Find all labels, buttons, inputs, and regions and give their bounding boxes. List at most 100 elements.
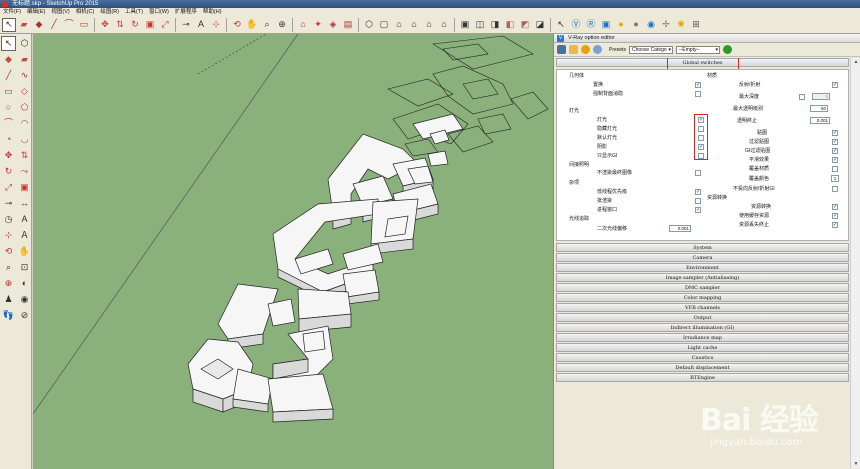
text-icon[interactable]: A xyxy=(17,212,32,227)
pushpull-icon[interactable]: ⇅ xyxy=(113,18,127,32)
zoom-icon[interactable]: ⌕ xyxy=(260,18,274,32)
top-icon[interactable]: ▢ xyxy=(377,18,391,32)
line-icon[interactable]: ╱ xyxy=(1,68,16,83)
rollout-default-displacement[interactable]: Default displacement xyxy=(556,363,849,372)
vray-options-icon[interactable]: Ⓡ xyxy=(584,18,598,32)
glossy-effects-checkbox[interactable]: ✓ xyxy=(832,157,838,163)
vray-light-icon[interactable]: ● xyxy=(614,18,628,32)
mono-icon[interactable]: ◪ xyxy=(533,18,547,32)
maps-checkbox[interactable]: ✓ xyxy=(832,130,838,136)
rotated-rect-icon[interactable]: ◇ xyxy=(17,84,32,99)
model-viewport[interactable] xyxy=(33,34,553,469)
followme-icon[interactable]: ⤳ xyxy=(17,164,32,179)
vray-frame-icon[interactable]: ▣ xyxy=(599,18,613,32)
secondary-bias-input[interactable]: 0.001 xyxy=(669,225,691,232)
zoom-extents-icon[interactable]: ⊕ xyxy=(275,18,289,32)
offset-icon[interactable]: ▣ xyxy=(143,18,157,32)
xray-icon[interactable]: ▣ xyxy=(458,18,472,32)
convert-resources-checkbox[interactable]: ✓ xyxy=(832,204,838,210)
zoom-extents-icon[interactable]: ⊕ xyxy=(1,276,16,291)
pushpull-icon[interactable]: ⇅ xyxy=(17,148,32,163)
offset-icon[interactable]: ▣ xyxy=(17,180,32,195)
hidden-icon[interactable]: ◨ xyxy=(488,18,502,32)
front-icon[interactable]: ⌂ xyxy=(392,18,406,32)
arc-icon[interactable]: ⌒ xyxy=(1,116,16,131)
textured-icon[interactable]: ◩ xyxy=(518,18,532,32)
vray-ies-icon[interactable]: ✢ xyxy=(659,18,673,32)
open-folder-icon[interactable] xyxy=(569,45,578,54)
previous-view-icon[interactable]: ◐ xyxy=(17,276,32,291)
rollout-light-cache[interactable]: Light cache xyxy=(556,343,849,352)
rollout-dmc-sampler[interactable]: DMC sampler xyxy=(556,283,849,292)
text-icon[interactable]: A xyxy=(194,18,208,32)
right-icon[interactable]: ⌂ xyxy=(407,18,421,32)
rollout-environment[interactable]: Environment xyxy=(556,263,849,272)
scale-icon[interactable]: ⤢ xyxy=(158,18,172,32)
rectangle-icon[interactable]: ▭ xyxy=(1,84,16,99)
dont-render-final-checkbox[interactable] xyxy=(695,170,701,176)
rotate-icon[interactable]: ↻ xyxy=(128,18,142,32)
resource-terminate-checkbox[interactable]: ✓ xyxy=(832,222,838,228)
eraser-icon[interactable]: ▰ xyxy=(17,52,32,67)
lookaround-icon[interactable]: ◉ xyxy=(17,292,32,307)
rollout-irradiance-map[interactable]: Irradiance map xyxy=(556,333,849,342)
eraser-icon[interactable]: ▰ xyxy=(17,18,31,32)
preset-value-select[interactable]: --Empty-- xyxy=(675,45,720,54)
batch-render-checkbox[interactable] xyxy=(695,198,701,204)
vray-proxy-icon[interactable]: ⊞ xyxy=(689,18,703,32)
back-icon[interactable]: ⌂ xyxy=(422,18,436,32)
force-backface-checkbox[interactable] xyxy=(695,91,701,97)
max-depth-checkbox[interactable] xyxy=(799,94,805,100)
zoom-icon[interactable]: ⌕ xyxy=(1,260,16,275)
transp-cutoff-input[interactable]: 0.001 xyxy=(810,117,830,124)
low-thread-priority-checkbox[interactable]: ✓ xyxy=(695,189,701,195)
menu-file[interactable]: 文件(F) xyxy=(2,8,22,16)
vray-render-icon[interactable]: Ⓥ xyxy=(569,18,583,32)
scroll-down-icon[interactable]: ▼ xyxy=(851,460,860,468)
warehouse-icon[interactable]: ⌂ xyxy=(296,18,310,32)
rollout-global-switches[interactable]: Global switches xyxy=(556,58,849,70)
pie-icon[interactable]: ◔ xyxy=(1,132,16,147)
3dtext-icon[interactable]: Ａ xyxy=(17,228,32,243)
menu-tools[interactable]: 工具(T) xyxy=(124,8,144,16)
rotate-icon[interactable]: ↻ xyxy=(1,164,16,179)
tape-icon[interactable]: ⊸ xyxy=(1,196,16,211)
orbit-icon[interactable]: ⟲ xyxy=(230,18,244,32)
axes-icon[interactable]: ⊹ xyxy=(1,228,16,243)
reflection-refraction-checkbox[interactable]: ✓ xyxy=(832,82,838,88)
iso-icon[interactable]: ⬡ xyxy=(362,18,376,32)
line-icon[interactable]: ╱ xyxy=(47,18,61,32)
arc2-icon[interactable]: ◠ xyxy=(17,116,32,131)
rollout-camera[interactable]: Camera xyxy=(556,253,849,262)
protractor-icon[interactable]: ◷ xyxy=(1,212,16,227)
rollout-indirect-illumination[interactable]: Indirect illumination (GI) xyxy=(556,323,849,332)
shaded-icon[interactable]: ◧ xyxy=(503,18,517,32)
pan-icon[interactable]: ✋ xyxy=(245,18,259,32)
menu-camera[interactable]: 相机(C) xyxy=(75,8,96,16)
rollout-rtengine[interactable]: RTEngine xyxy=(556,373,849,382)
paint-icon[interactable]: ◆ xyxy=(1,52,16,67)
use-cached-checkbox[interactable]: ✓ xyxy=(832,213,838,219)
rollout-caustics[interactable]: Caustics xyxy=(556,353,849,362)
component-icon[interactable]: ⬡ xyxy=(17,36,32,51)
tape-icon[interactable]: ⊸ xyxy=(179,18,193,32)
scale-icon[interactable]: ⤢ xyxy=(1,180,16,195)
menu-extensions[interactable]: 扩展程序 xyxy=(174,8,198,16)
scroll-up-icon[interactable]: ▲ xyxy=(851,58,860,66)
vray-dome-icon[interactable]: ✺ xyxy=(674,18,688,32)
pan-icon[interactable]: ✋ xyxy=(17,244,32,259)
save-icon[interactable] xyxy=(557,45,566,54)
component-icon[interactable]: ◈ xyxy=(326,18,340,32)
preset-category-select[interactable]: Choose Catego xyxy=(628,45,673,54)
editor-scrollbar[interactable]: ▲ ▼ xyxy=(850,58,860,468)
select-icon[interactable]: ↖ xyxy=(2,17,16,32)
menu-view[interactable]: 视图(V) xyxy=(50,8,70,16)
extension-icon[interactable]: ✦ xyxy=(311,18,325,32)
section-plane-icon[interactable]: ⊘ xyxy=(17,308,32,323)
filter-maps-checkbox[interactable]: ✓ xyxy=(832,139,838,145)
axes-icon[interactable]: ⊹ xyxy=(209,18,223,32)
override-materials-checkbox[interactable] xyxy=(832,166,838,172)
max-depth-input[interactable]: 5 xyxy=(812,93,830,100)
progress-window-checkbox[interactable]: ✓ xyxy=(695,207,701,213)
no-reflect-gi-checkbox[interactable] xyxy=(832,186,838,192)
